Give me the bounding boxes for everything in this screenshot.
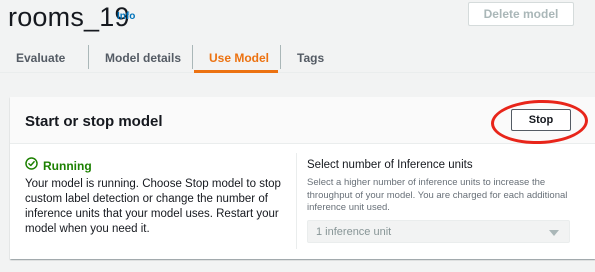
page-title: rooms_19 (8, 2, 130, 32)
tab-evaluate[interactable]: Evaluate (16, 42, 65, 74)
status-indicator: Running (25, 157, 92, 175)
start-stop-panel: Start or stop model Stop Running Your mo… (10, 97, 595, 259)
inference-units-label: Select number of Inference units (307, 159, 473, 171)
panel-title: Start or stop model (25, 113, 163, 130)
tab-divider (192, 45, 193, 69)
active-tab-indicator (194, 70, 278, 73)
tab-tags[interactable]: Tags (297, 42, 324, 74)
tab-divider (88, 45, 89, 69)
check-circle-icon (25, 157, 38, 175)
highlight-annotation (490, 98, 589, 146)
status-description: Your model is running. Choose Stop model… (25, 178, 281, 235)
status-label: Running (43, 159, 92, 173)
tab-border (0, 72, 595, 73)
info-link[interactable]: Info (117, 11, 135, 22)
delete-model-button[interactable]: Delete model (468, 2, 574, 26)
column-divider (296, 153, 297, 249)
inference-units-value: 1 inference unit (316, 226, 392, 238)
tab-model-details[interactable]: Model details (105, 42, 181, 74)
tab-divider (280, 45, 281, 69)
page-header: rooms_19 Info Delete model (0, 0, 595, 34)
tab-bar: Evaluate Model details Use Model Tags (10, 42, 595, 74)
panel-header: Start or stop model Stop (10, 97, 595, 146)
inference-units-description: Select a higher number of inference unit… (307, 177, 568, 213)
caret-down-icon (549, 230, 559, 236)
inference-units-select[interactable]: 1 inference unit (307, 220, 570, 243)
